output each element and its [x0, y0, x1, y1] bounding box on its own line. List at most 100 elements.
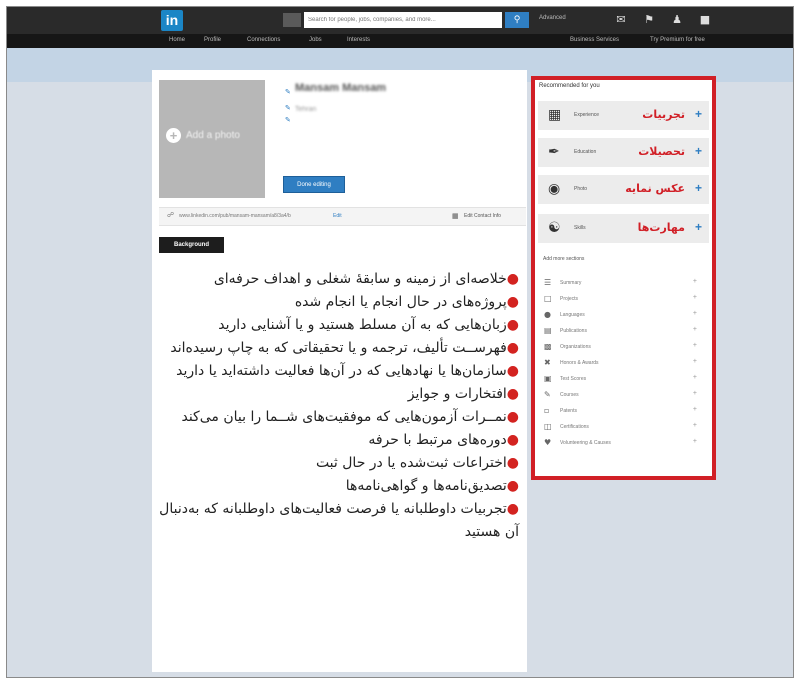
test-scores-icon: ▣ — [544, 374, 552, 383]
nav-profile[interactable]: Profile — [204, 37, 221, 43]
done-editing-button[interactable]: Done editing — [283, 176, 345, 193]
add-photo-label: Add a photo — [186, 130, 240, 141]
account-icon[interactable]: ■ — [699, 13, 711, 27]
nav-home[interactable]: Home — [169, 37, 185, 43]
bullet-icon: ● — [506, 409, 519, 425]
recommended-item-label: Skills — [574, 225, 586, 231]
nav-jobs[interactable]: Jobs — [309, 37, 322, 43]
feature-item: ●خلاصه‌ای از زمینه و سابقهٔ شغلی و اهداف… — [213, 271, 519, 287]
add-plus-icon[interactable]: + — [693, 390, 697, 397]
advanced-search-link[interactable]: Advanced — [539, 15, 566, 21]
recommended-item-fa-label: تحصیلات — [638, 145, 685, 158]
add-plus-icon[interactable]: + — [693, 342, 697, 349]
search-category-dropdown[interactable] — [283, 13, 301, 27]
nav-business-services[interactable]: Business Services — [570, 37, 619, 43]
add-plus-icon[interactable]: + — [695, 107, 702, 121]
add-plus-icon[interactable]: + — [695, 144, 702, 158]
section-patents[interactable]: ▫ Patents + — [544, 405, 704, 419]
add-plus-icon[interactable]: + — [693, 278, 697, 285]
nav-premium[interactable]: Try Premium for free — [650, 37, 705, 43]
graduation-icon: ✒ — [548, 144, 560, 160]
organizations-icon: ▩ — [544, 342, 552, 351]
patents-icon: ▫ — [544, 406, 550, 415]
bullet-icon: ● — [506, 386, 519, 402]
add-plus-icon[interactable]: + — [693, 374, 697, 381]
add-more-sections-title: Add more sections — [543, 256, 585, 262]
edit-headline-pencil-icon[interactable]: ✎ — [285, 104, 291, 112]
bullet-icon: ● — [506, 501, 519, 517]
add-plus-icon[interactable]: + — [693, 406, 697, 413]
link-icon: ☍ — [167, 211, 175, 219]
nav-connections[interactable]: Connections — [247, 37, 280, 43]
recommended-item-experience[interactable]: ▦ Experience تجربیات + — [538, 101, 709, 130]
flag-icon[interactable]: ⚑ — [643, 13, 655, 27]
bullet-icon: ● — [506, 271, 519, 287]
add-plus-icon[interactable]: + — [695, 220, 702, 234]
recommended-item-photo[interactable]: ◉ Photo عکس نمایه + — [538, 175, 709, 204]
recommended-item-label: Photo — [574, 186, 588, 192]
feature-item: ●زبان‌هایی که به آن مسلط هستید و یا آشنا… — [218, 317, 519, 333]
publications-icon: ▤ — [544, 326, 552, 335]
section-honors-awards[interactable]: ✖ Honors & Awards + — [544, 357, 704, 371]
section-publications[interactable]: ▤ Publications + — [544, 325, 704, 339]
background-tab[interactable]: Background — [159, 237, 224, 253]
section-projects[interactable]: □ Projects + — [544, 293, 704, 307]
section-summary[interactable]: ☰ Summary + — [544, 277, 704, 291]
recommended-item-skills[interactable]: ☯ Skills مهارت‌ها + — [538, 214, 709, 243]
main-nav: Home Profile Connections Jobs Interests … — [7, 34, 793, 48]
edit-url-link[interactable]: Edit — [333, 213, 342, 219]
edit-location-pencil-icon[interactable]: ✎ — [285, 116, 291, 124]
bullet-icon: ● — [506, 478, 519, 494]
skills-icon: ☯ — [548, 220, 561, 236]
add-plus-icon[interactable]: + — [693, 438, 697, 445]
bullet-icon: ● — [506, 294, 519, 310]
summary-icon: ☰ — [544, 278, 552, 287]
recommended-item-fa-label: عکس نمایه — [625, 182, 685, 195]
volunteering-icon: ♥ — [544, 438, 552, 447]
bullet-icon: ● — [506, 317, 519, 333]
bullet-icon: ● — [506, 340, 519, 356]
nav-interests[interactable]: Interests — [347, 37, 370, 43]
public-url[interactable]: www.linkedin.com/pub/mansam-mansam/a8/3a… — [179, 213, 291, 219]
section-organizations[interactable]: ▩ Organizations + — [544, 341, 704, 355]
add-plus-icon[interactable]: + — [693, 326, 697, 333]
projects-icon: □ — [544, 294, 552, 303]
certifications-icon: ◫ — [544, 422, 552, 431]
section-volunteering[interactable]: ♥ Volunteering & Causes + — [544, 437, 704, 451]
contact-card-icon: ▦ — [452, 212, 459, 220]
recommended-item-fa-label: مهارت‌ها — [637, 221, 685, 234]
linkedin-logo[interactable]: in — [161, 10, 183, 31]
add-plus-icon[interactable]: + — [693, 310, 697, 317]
feature-item: ●سازمان‌ها یا نهادهایی که در آن‌ها فعالی… — [176, 363, 519, 379]
section-courses[interactable]: ✎ Courses + — [544, 389, 704, 403]
camera-icon: ◉ — [548, 181, 561, 197]
add-plus-icon[interactable]: + — [695, 181, 702, 195]
honors-icon: ✖ — [544, 358, 551, 367]
add-connection-icon[interactable]: ♟ — [671, 13, 683, 27]
public-url-bar: ☍ www.linkedin.com/pub/mansam-mansam/a8/… — [159, 207, 526, 226]
edit-contact-info-link[interactable]: Edit Contact Info — [464, 213, 501, 219]
bullet-icon: ● — [506, 363, 519, 379]
profile-headline: Tehran — [295, 106, 317, 113]
profile-photo-placeholder[interactable]: + Add a photo — [159, 80, 265, 198]
add-plus-icon[interactable]: + — [693, 422, 697, 429]
section-languages[interactable]: ● Languages + — [544, 309, 704, 323]
search-icon: ⚲ — [513, 15, 521, 25]
courses-icon: ✎ — [544, 390, 551, 399]
section-test-scores[interactable]: ▣ Test Scores + — [544, 373, 704, 387]
feature-list: ●خلاصه‌ای از زمینه و سابقهٔ شغلی و اهداف… — [159, 268, 519, 544]
search-button[interactable]: ⚲ — [505, 12, 529, 28]
add-plus-icon[interactable]: + — [693, 358, 697, 365]
feature-item: ●تجربیات داوطلبانه یا فرصت فعالیت‌های دا… — [159, 501, 519, 540]
recommended-item-label: Education — [574, 149, 597, 155]
section-certifications[interactable]: ◫ Certifications + — [544, 421, 704, 435]
recommended-item-label: Experience — [574, 112, 600, 118]
search-input[interactable] — [304, 12, 502, 28]
feature-item: ●فهرســت تألیف، ترجمه و یا تحقیقاتی که ب… — [170, 340, 519, 356]
add-plus-icon[interactable]: + — [693, 294, 697, 301]
feature-item: ●پروژه‌های در حال انجام یا انجام شده — [294, 294, 519, 310]
profile-name: Mansam Mansam — [295, 82, 387, 94]
edit-name-pencil-icon[interactable]: ✎ — [285, 88, 291, 96]
recommended-item-education[interactable]: ✒ Education تحصیلات + — [538, 138, 709, 167]
inbox-icon[interactable]: ✉ — [615, 13, 627, 27]
